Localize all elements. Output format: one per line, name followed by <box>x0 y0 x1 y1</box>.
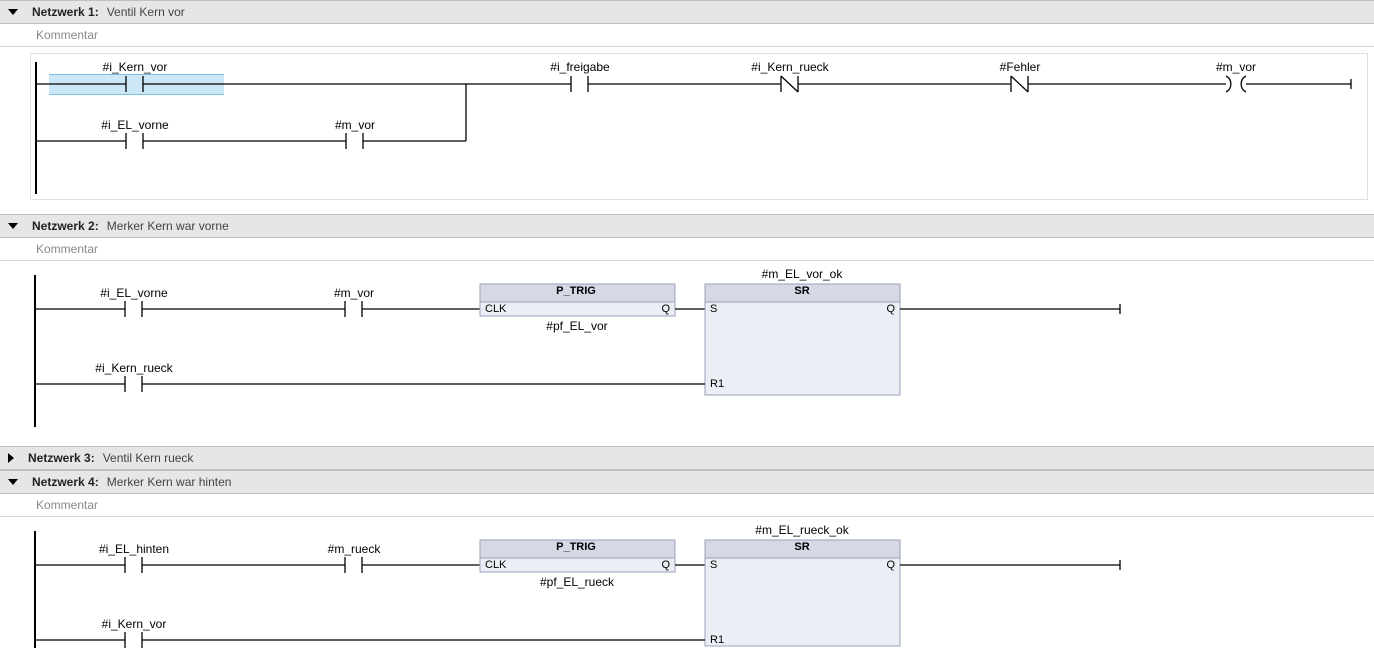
network-title[interactable]: Ventil Kern vor <box>107 5 185 19</box>
box-pin-ptrig: P_TRIG <box>556 285 596 297</box>
ladder-diagram <box>31 54 1367 199</box>
ladder-canvas-n1[interactable]: #i_Kern_vor #i_EL_vorne #m_vor #i_freigabe #… <box>30 53 1368 200</box>
box-pin-s2: S <box>710 559 717 571</box>
operand-label-m_rueck[interactable]: #m_rueck <box>328 542 381 556</box>
network-title[interactable]: Merker Kern war vorne <box>107 219 229 233</box>
box-pin-r1: R1 <box>710 378 724 390</box>
operand-label-i_EL_vorne2[interactable]: #i_EL_vorne <box>100 286 167 300</box>
network-header-n1[interactable]: Netzwerk 1: Ventil Kern vor <box>0 0 1374 24</box>
network-comment[interactable]: Kommentar <box>0 494 1374 517</box>
box-pin-sr: SR <box>794 285 809 297</box>
box-pin-q1: Q <box>661 303 670 315</box>
operand-label-Fehler[interactable]: #Fehler <box>1000 60 1041 74</box>
network-header-n2[interactable]: Netzwerk 2: Merker Kern war vorne <box>0 214 1374 238</box>
box-pin-ptrig2: P_TRIG <box>556 541 596 553</box>
operand-label-m_vor_a[interactable]: #m_vor <box>335 118 375 132</box>
operand-label-pf_EL_rueck[interactable]: #pf_EL_rueck <box>540 575 614 589</box>
operand-label-m_EL_rueck_ok[interactable]: #m_EL_rueck_ok <box>755 523 848 537</box>
network-comment[interactable]: Kommentar <box>0 24 1374 47</box>
ladder-diagram <box>30 267 1368 432</box>
network-header-n4[interactable]: Netzwerk 4: Merker Kern war hinten <box>0 470 1374 494</box>
network-number: Netzwerk 1: <box>32 5 99 19</box>
operand-label-i_EL_vorne[interactable]: #i_EL_vorne <box>101 118 168 132</box>
network-title[interactable]: Ventil Kern rueck <box>103 451 194 465</box>
ladder-canvas-n2[interactable]: #i_EL_vorne #m_vor #pf_EL_vor #m_EL_vor_ok #… <box>30 267 1368 432</box>
box-pin-q2: Q <box>886 303 895 315</box>
operand-label-m_vor_b[interactable]: #m_vor <box>1216 60 1256 74</box>
operand-label-i_Kern_vor[interactable]: #i_Kern_vor <box>103 60 168 74</box>
operand-label-i_Kern_vor2[interactable]: #i_Kern_vor <box>102 617 167 631</box>
box-pin-sr2: SR <box>794 541 809 553</box>
chevron-down-icon[interactable] <box>8 9 18 15</box>
network-title[interactable]: Merker Kern war hinten <box>107 475 232 489</box>
box-pin-clk2: CLK <box>485 559 506 571</box>
ladder-canvas-n4[interactable]: #i_EL_hinten #m_rueck #pf_EL_rueck #m_EL_ru… <box>30 523 1368 648</box>
network-number: Netzwerk 4: <box>32 475 99 489</box>
operand-label-i_freigabe[interactable]: #i_freigabe <box>550 60 609 74</box>
network-number: Netzwerk 2: <box>32 219 99 233</box>
network-header-n3[interactable]: Netzwerk 3: Ventil Kern rueck <box>0 446 1374 470</box>
box-pin-clk: CLK <box>485 303 506 315</box>
operand-label-m_vor2[interactable]: #m_vor <box>334 286 374 300</box>
chevron-right-icon[interactable] <box>8 453 14 463</box>
operand-label-m_EL_vor_ok[interactable]: #m_EL_vor_ok <box>762 267 843 281</box>
box-pin-r12: R1 <box>710 634 724 646</box>
operand-label-i_EL_hinten[interactable]: #i_EL_hinten <box>99 542 169 556</box>
operand-label-i_Kern_rueck[interactable]: #i_Kern_rueck <box>751 60 828 74</box>
box-pin-q4: Q <box>886 559 895 571</box>
network-number: Netzwerk 3: <box>28 451 95 465</box>
operand-label-i_Kern_rueck2[interactable]: #i_Kern_rueck <box>95 361 172 375</box>
network-comment[interactable]: Kommentar <box>0 238 1374 261</box>
box-pin-q3: Q <box>661 559 670 571</box>
ladder-diagram <box>30 523 1368 648</box>
operand-label-pf_EL_vor[interactable]: #pf_EL_vor <box>546 319 607 333</box>
chevron-down-icon[interactable] <box>8 479 18 485</box>
box-pin-s: S <box>710 303 717 315</box>
chevron-down-icon[interactable] <box>8 223 18 229</box>
